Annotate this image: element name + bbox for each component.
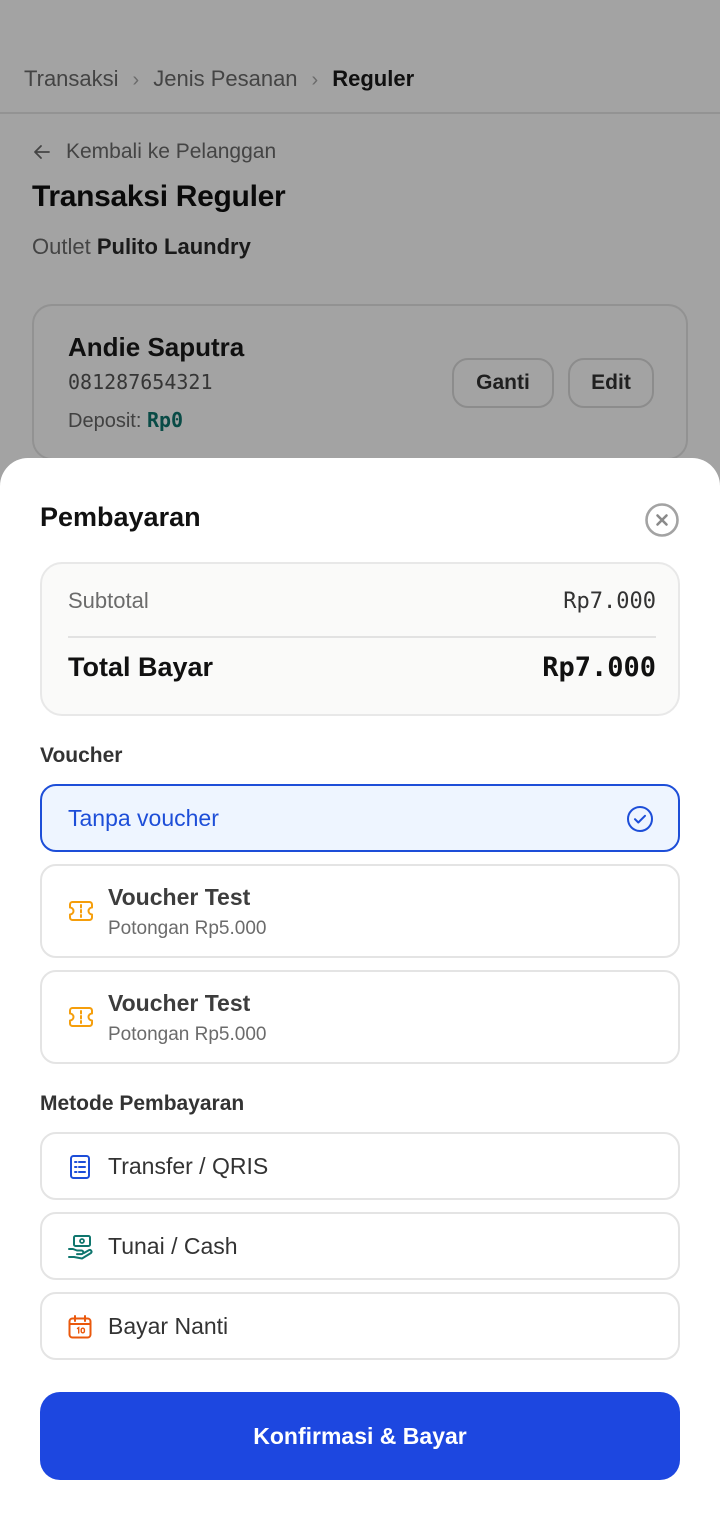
payment-sheet: Pembayaran Subtotal Rp7.000 Total Bayar … <box>0 458 720 1520</box>
total-row: Total Bayar Rp7.000 <box>68 652 656 683</box>
summary-divider <box>68 636 656 638</box>
voucher-option[interactable]: Voucher Test Potongan Rp5.000 <box>40 864 680 958</box>
check-circle-icon <box>627 806 653 832</box>
no-voucher-label: Tanpa voucher <box>68 805 219 831</box>
payment-method-label: Bayar Nanti <box>108 1313 229 1339</box>
sheet-title: Pembayaran <box>40 502 201 532</box>
voucher-option[interactable]: Voucher Test Potongan Rp5.000 <box>40 970 680 1064</box>
subtotal-row: Subtotal Rp7.000 <box>68 588 656 614</box>
payment-method-label: Transfer / QRIS <box>108 1153 269 1179</box>
ticket-icon <box>69 1007 93 1027</box>
payment-method-transfer[interactable]: Transfer / QRIS <box>40 1132 680 1200</box>
voucher-title: Voucher Test <box>108 990 251 1016</box>
cash-hand-icon <box>68 1235 93 1260</box>
no-voucher-option[interactable]: Tanpa voucher <box>40 784 680 852</box>
total-label: Total Bayar <box>68 652 214 682</box>
ticket-icon <box>69 901 93 921</box>
voucher-title: Voucher Test <box>108 884 251 910</box>
confirm-pay-button[interactable]: Konfirmasi & Bayar <box>40 1392 680 1480</box>
voucher-subtitle: Potongan Rp5.000 <box>108 918 267 939</box>
payment-method-section-label: Metode Pembayaran <box>40 1092 245 1115</box>
payment-method-cash[interactable]: Tunai / Cash <box>40 1212 680 1280</box>
payment-method-pay-later[interactable]: Bayar Nanti <box>40 1292 680 1360</box>
receipt-icon <box>70 1155 90 1179</box>
close-icon[interactable] <box>644 502 680 538</box>
voucher-section-label: Voucher <box>40 744 123 767</box>
subtotal-label: Subtotal <box>68 588 149 613</box>
total-value: Rp7.000 <box>542 652 656 683</box>
calendar-icon <box>68 1315 92 1339</box>
payment-summary: Subtotal Rp7.000 Total Bayar Rp7.000 <box>40 562 680 716</box>
payment-method-label: Tunai / Cash <box>108 1233 238 1259</box>
voucher-subtitle: Potongan Rp5.000 <box>108 1024 267 1045</box>
subtotal-value: Rp7.000 <box>563 588 656 614</box>
